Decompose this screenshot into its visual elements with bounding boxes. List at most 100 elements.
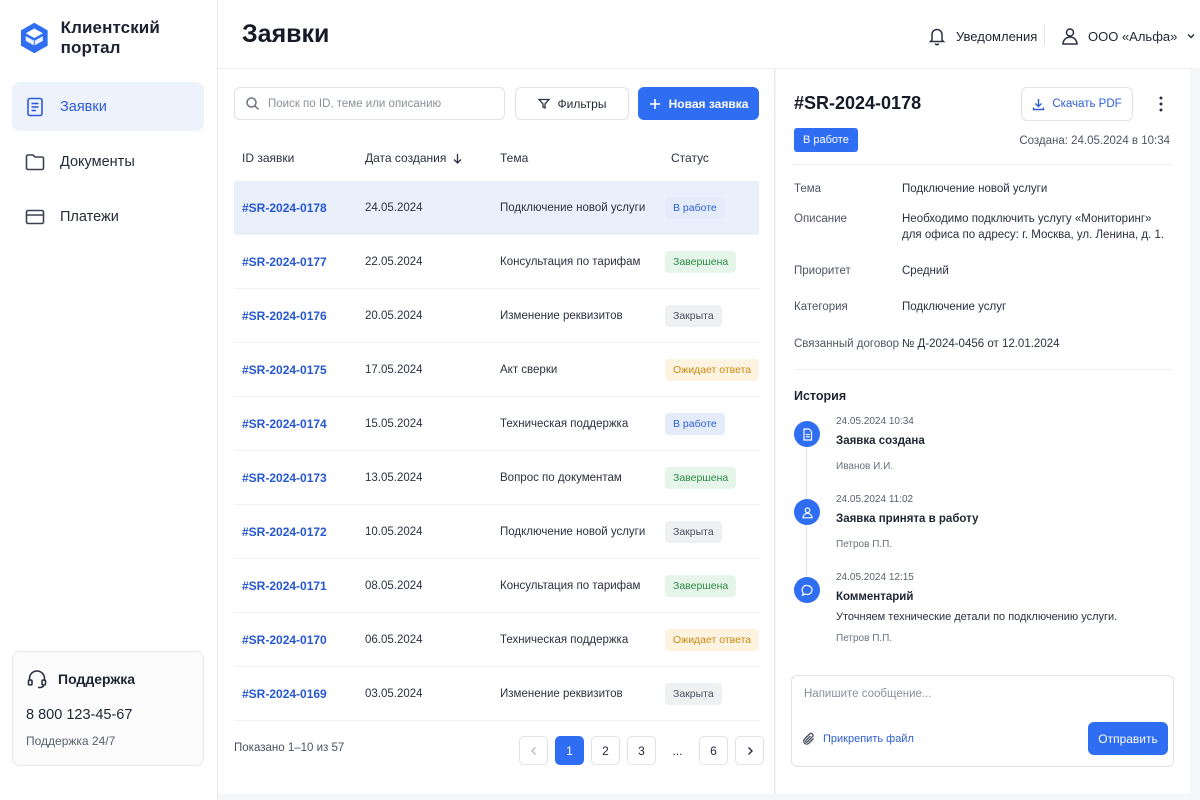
attach-file-label: Прикрепить файл [823, 733, 914, 745]
column-header-topic[interactable]: Тема [500, 151, 528, 165]
request-id-link[interactable]: #SR-2024-0176 [242, 309, 327, 323]
download-pdf-label: Скачать PDF [1052, 98, 1122, 110]
event-author: Петров П.П. [836, 539, 893, 550]
status-badge: Ожидает ответа [665, 628, 760, 651]
event-time: 24.05.2024 10:34 [836, 416, 914, 427]
requests-table-body: #SR-2024-0178 24.05.2024 Подключение новой… [234, 181, 760, 721]
sidebar-item-documents[interactable]: Документы [12, 137, 204, 186]
request-topic: Подключение новой услуги [500, 525, 646, 538]
sidebar-item-requests[interactable]: Заявки [12, 82, 204, 131]
table-row[interactable]: #SR-2024-0174 15.05.2024 Техническая подде… [234, 397, 759, 451]
event-time: 24.05.2024 11:02 [836, 494, 914, 505]
brand-name: Клиентский портал [60, 18, 160, 57]
request-id-link[interactable]: #SR-2024-0171 [242, 579, 327, 593]
request-id-link[interactable]: #SR-2024-0173 [242, 471, 327, 485]
support-phone[interactable]: 8 800 123-45-67 [26, 707, 190, 723]
headset-icon [27, 670, 47, 689]
field-value-category: Подключение услуг [902, 301, 1007, 313]
org-label: ООО «Альфа» [1088, 28, 1178, 44]
page-title: Заявки [242, 20, 330, 48]
brand[interactable]: Клиентский портал [20, 18, 217, 58]
request-id-link[interactable]: #SR-2024-0169 [242, 687, 327, 701]
event-badge [794, 499, 820, 525]
event-author: Петров П.П. [836, 633, 893, 644]
status-badge: В работе [665, 412, 725, 435]
search-input[interactable] [268, 97, 498, 110]
next-page-button[interactable] [735, 736, 764, 765]
page-button[interactable]: 3 [627, 736, 656, 765]
sidebar-item-payments[interactable]: Платежи [12, 192, 204, 241]
table-row[interactable]: #SR-2024-0169 03.05.2024 Изменение реквизи… [234, 667, 759, 721]
page-ellipsis: ... [672, 743, 683, 758]
event-badge [794, 421, 820, 447]
chevron-down-icon [1187, 33, 1195, 39]
table-row[interactable]: #SR-2024-0176 20.05.2024 Изменение реквизи… [234, 289, 759, 343]
document-list-icon [27, 97, 43, 116]
request-id-link[interactable]: #SR-2024-0172 [242, 525, 327, 539]
download-icon [1033, 98, 1045, 110]
column-header-status[interactable]: Статус [671, 151, 709, 165]
notifications-button[interactable]: Уведомления [928, 26, 1037, 46]
folder-icon [25, 153, 45, 170]
status-badge: Закрыта [665, 682, 722, 705]
search-field[interactable] [234, 87, 505, 120]
message-input[interactable] [804, 688, 1164, 712]
filters-label: Фильтры [557, 96, 607, 111]
column-header-date[interactable]: Дата создания [365, 151, 463, 165]
prev-page-button[interactable] [519, 736, 548, 765]
request-date: 13.05.2024 [365, 471, 423, 484]
more-options-button[interactable] [1152, 93, 1170, 115]
requests-list-panel: Фильтры Новая заявка ID заявки Дата созд… [218, 68, 775, 794]
divider [794, 164, 1172, 165]
request-id-link[interactable]: #SR-2024-0170 [242, 633, 327, 647]
field-label: Категория [794, 301, 848, 313]
event-time: 24.05.2024 12:15 [836, 572, 914, 583]
request-topic: Вопрос по документам [500, 471, 622, 484]
support-hours: Поддержка 24/7 [26, 734, 116, 748]
request-id-link[interactable]: #SR-2024-0178 [242, 201, 327, 215]
filters-button[interactable]: Фильтры [515, 87, 629, 120]
field-label: Описание [794, 213, 847, 225]
table-row[interactable]: #SR-2024-0175 17.05.2024 Акт сверки Ожидает… [234, 343, 760, 397]
status-badge: Ожидает ответа [665, 358, 760, 381]
detail-request-id: #SR-2024-0178 [794, 93, 922, 113]
attach-file-button[interactable]: Прикрепить файл [802, 732, 914, 746]
new-request-button[interactable]: Новая заявка [638, 87, 759, 120]
support-title: Поддержка [58, 671, 136, 687]
page-button[interactable]: 6 [699, 736, 728, 765]
sort-arrow-down-icon [453, 153, 462, 164]
send-button[interactable]: Отправить [1088, 722, 1168, 755]
request-date: 08.05.2024 [365, 579, 423, 592]
request-detail-panel: #SR-2024-0178 Скачать PDF В работе Созда… [776, 68, 1190, 794]
table-row[interactable]: #SR-2024-0172 10.05.2024 Подключение новой… [234, 505, 759, 559]
request-topic: Подключение новой услуги [500, 201, 646, 214]
org-menu[interactable]: ООО «Альфа» [1060, 26, 1197, 46]
sidebar-nav: Заявки Документы Платежи [12, 82, 204, 247]
field-value-priority: Средний [902, 265, 949, 277]
support-header: Поддержка [26, 668, 190, 690]
pagination: 1 2 3 ... 6 [519, 736, 764, 765]
field-value-contract: № Д-2024-0456 от 12.01.2024 [902, 338, 1060, 350]
status-badge: Завершена [665, 574, 737, 597]
page-button[interactable]: 2 [591, 736, 620, 765]
request-date: 20.05.2024 [365, 309, 423, 322]
message-composer: Прикрепить файл Отправить [791, 675, 1174, 767]
header-divider [1044, 24, 1045, 46]
column-header-id[interactable]: ID заявки [242, 151, 294, 165]
request-id-link[interactable]: #SR-2024-0175 [242, 363, 327, 377]
request-id-link[interactable]: #SR-2024-0174 [242, 417, 327, 431]
table-row[interactable]: #SR-2024-0171 08.05.2024 Консультация по т… [234, 559, 759, 613]
table-row[interactable]: #SR-2024-0177 22.05.2024 Консультация по т… [234, 235, 759, 289]
page-button[interactable]: 1 [555, 736, 584, 765]
request-topic: Техническая поддержка [500, 633, 629, 646]
table-row[interactable]: #SR-2024-0178 24.05.2024 Подключение новой… [234, 181, 759, 235]
column-label: ID заявки [242, 151, 295, 165]
bell-icon [928, 28, 946, 46]
request-id-link[interactable]: #SR-2024-0177 [242, 255, 327, 269]
download-pdf-button[interactable]: Скачать PDF [1021, 87, 1133, 121]
table-row[interactable]: #SR-2024-0170 06.05.2024 Техническая подде… [234, 613, 760, 667]
sidebar: Клиентский портал Заявки Документы Плате… [0, 0, 218, 800]
field-label: Приоритет [794, 265, 851, 277]
table-row[interactable]: #SR-2024-0173 13.05.2024 Вопрос по докумен… [234, 451, 759, 505]
document-icon [802, 427, 812, 441]
